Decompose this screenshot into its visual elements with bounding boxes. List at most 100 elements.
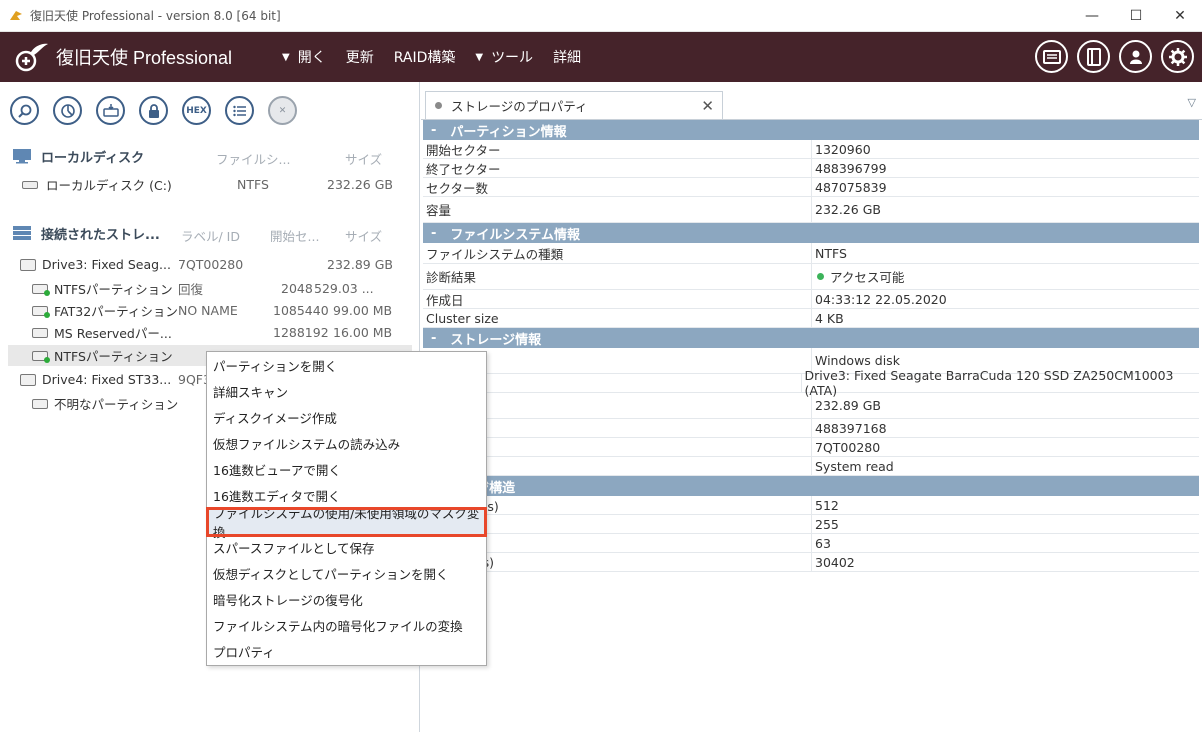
col-start[interactable]: 開始セ... <box>270 226 319 245</box>
storage-info-header[interactable]: - ストレージ情報 <box>423 328 1199 348</box>
menu-refresh[interactable]: 更新 <box>346 47 374 67</box>
col-size[interactable]: サイズ <box>345 149 382 168</box>
property-row: Cluster size 4 KB <box>423 309 1199 328</box>
tab-storage-properties[interactable]: ストレージのプロパティ ✕ <box>425 91 723 119</box>
property-row: 診断結果 アクセス可能 <box>423 264 1199 290</box>
menu-raid[interactable]: RAID構築 <box>394 47 456 67</box>
menu-item-properties[interactable]: プロパティ <box>213 640 275 662</box>
property-row: 終了セクター 488396799 <box>423 159 1199 178</box>
filesystem-info-header[interactable]: - ファイルシステム情報 <box>423 223 1199 243</box>
menu-item-convert-encrypted-files[interactable]: ファイルシステム内の暗号化ファイルの変換 <box>213 614 463 636</box>
storage-row-ntfs-recovery[interactable]: NTFSパーティション 回復 2048 529.03 ... <box>8 278 412 299</box>
local-disk-row[interactable]: ローカルディスク (C:) NTFS 232.26 GB <box>8 174 412 195</box>
menu-details[interactable]: 詳細 <box>553 47 581 67</box>
lock-icon[interactable] <box>139 96 168 125</box>
storage-row-msreserved[interactable]: MS Reservedパー... 1288192 16.00 MB <box>8 322 412 343</box>
menu-item-hex-viewer[interactable]: 16進数ビューアで開く <box>213 458 341 480</box>
partition-icon <box>32 327 48 338</box>
storage-structure-header[interactable]: - レージ構造 <box>423 476 1199 496</box>
storage-label: 7QT00280 <box>178 257 244 272</box>
storage-name: Drive3: Fixed Seag... <box>42 257 171 272</box>
property-key: Cluster size <box>423 309 812 327</box>
property-row: セス手順System read <box>423 457 1199 476</box>
property-key: 診断結果 <box>423 264 812 289</box>
app-logo: 復旧天使 Professional <box>14 41 264 73</box>
section-title: ファイルシステム情報 <box>450 227 581 243</box>
property-value: 232.26 GB <box>815 202 881 217</box>
close-icon[interactable]: ✕ <box>268 96 297 125</box>
menu-item-decrypt-storage[interactable]: 暗号化ストレージの復号化 <box>213 588 363 610</box>
list-icon[interactable] <box>225 96 254 125</box>
drive-icon <box>22 180 38 189</box>
property-row: ads)255 <box>423 515 1199 534</box>
property-value: 255 <box>815 516 839 532</box>
col-size-storage[interactable]: サイズ <box>345 226 382 245</box>
storage-name: FAT32パーティション <box>54 304 178 319</box>
partition-info-header[interactable]: - パーティション情報 <box>423 120 1199 140</box>
dropdown-arrow-icon: ▼ <box>475 51 484 63</box>
search-icon[interactable] <box>10 96 39 125</box>
property-row: (Cylinders)30402 <box>423 553 1199 572</box>
storage-name: 不明なパーティション <box>54 397 179 412</box>
storage-toolbar: HEX ✕ <box>10 96 297 125</box>
property-value: System read <box>815 458 894 474</box>
collapse-icon: - <box>431 225 437 241</box>
property-row: セクター数 487075839 <box>423 178 1199 197</box>
local-disk-size: 232.26 GB <box>327 177 393 192</box>
minimize-button[interactable]: — <box>1070 0 1114 32</box>
property-value: 487075839 <box>815 179 887 195</box>
menu-item-save-sparse[interactable]: スパースファイルとして保存 <box>213 536 375 558</box>
property-row: イズ (bytes)512 <box>423 496 1199 515</box>
storage-label: 回復 <box>178 282 204 297</box>
panel-menu-icon[interactable]: ▽ <box>1188 96 1196 109</box>
context-menu: パーティションを開く 詳細スキャン ディスクイメージ作成 仮想ファイルシステムの… <box>206 351 487 666</box>
local-disk-name: ローカルディスク (C:) <box>46 178 172 193</box>
menu-item-mask-conversion[interactable]: ファイルシステムの使用/未使用領域のマスク変換 <box>206 506 487 540</box>
menu-item-load-virtual-fs[interactable]: 仮想ファイルシステムの読み込み <box>213 432 400 454</box>
menu-open-label: 開く <box>297 50 326 66</box>
menu-tools[interactable]: ▼ ツール <box>475 47 533 67</box>
property-row: Sectors)63 <box>423 534 1199 553</box>
menu-open[interactable]: ▼ 開く <box>282 47 326 67</box>
property-key: 作成日 <box>423 290 812 308</box>
menu-tools-label: ツール <box>491 50 534 66</box>
app-icon <box>10 10 22 20</box>
close-window-button[interactable]: ✕ <box>1158 0 1202 32</box>
tab-label: ストレージのプロパティ <box>451 99 588 114</box>
property-value: Drive3: Fixed Seagate BarraCuda 120 SSD … <box>804 368 1174 398</box>
property-value: 04:33:12 22.05.2020 <box>815 291 947 307</box>
settings-icon[interactable] <box>1161 40 1194 73</box>
hex-button[interactable]: HEX <box>182 96 211 125</box>
property-row: 488397168 <box>423 419 1199 438</box>
menu-item-create-disk-image[interactable]: ディスクイメージ作成 <box>213 406 337 428</box>
disk-image-icon[interactable] <box>96 96 125 125</box>
property-value: 4 KB <box>815 310 844 326</box>
partition-icon <box>32 398 48 409</box>
property-row: 容量 232.26 GB <box>423 197 1199 223</box>
scan-icon[interactable] <box>53 96 82 125</box>
storage-start: 2048 <box>281 281 313 296</box>
user-icon[interactable] <box>1119 40 1152 73</box>
menu-item-open-as-virtual-disk[interactable]: 仮想ディスクとしてパーティションを開く <box>213 562 449 584</box>
storage-size: 232.89 GB <box>327 257 393 272</box>
tab-close-icon[interactable]: ✕ <box>701 97 714 115</box>
collapse-icon: - <box>431 330 437 346</box>
app-header: 復旧天使 Professional ▼ 開く 更新 RAID構築 ▼ ツール 詳… <box>0 32 1202 82</box>
main-menu: ▼ 開く 更新 RAID構築 ▼ ツール 詳細 <box>282 47 601 67</box>
logo-text: 復旧天使 Professional <box>56 48 233 68</box>
col-filesystem[interactable]: ファイルシ... <box>216 149 290 168</box>
menu-details-label: 詳細 <box>553 50 582 66</box>
property-value: Windows disk <box>815 353 900 368</box>
col-label[interactable]: ラベル/ ID <box>181 226 240 245</box>
panel-icon[interactable] <box>1077 40 1110 73</box>
log-icon[interactable] <box>1035 40 1068 73</box>
storage-size: 529.03 ... <box>314 281 374 296</box>
computer-icon <box>13 149 31 164</box>
maximize-button[interactable]: ☐ <box>1114 0 1158 32</box>
menu-item-deep-scan[interactable]: 詳細スキャン <box>213 380 288 402</box>
storage-row-drive3[interactable]: Drive3: Fixed Seag... 7QT00280 232.89 GB <box>8 254 412 275</box>
menu-item-open-partition[interactable]: パーティションを開く <box>213 354 337 376</box>
section-title: ストレージ情報 <box>450 332 542 348</box>
storage-row-fat32[interactable]: FAT32パーティション NO NAME 1085440 99.00 MB <box>8 300 412 321</box>
local-disks-title: ローカルディスク <box>41 150 145 166</box>
